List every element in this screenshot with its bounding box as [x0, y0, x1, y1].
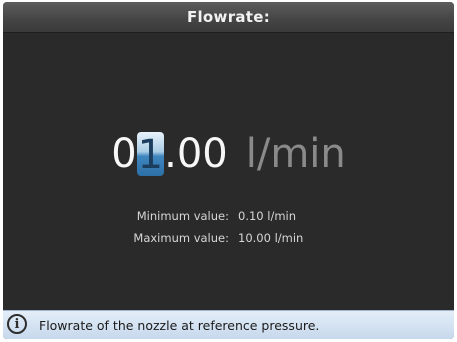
digit-tenths[interactable]: 0 [177, 130, 202, 178]
decimal-separator: . [164, 131, 177, 177]
info-icon: i [7, 314, 27, 334]
info-text: Flowrate of the nozzle at reference pres… [39, 318, 320, 333]
info-bar: i Flowrate of the nozzle at reference pr… [3, 310, 454, 339]
unit-label: l/min [245, 131, 346, 177]
flowrate-dialog: Flowrate: 01.00 l/min Minimum value: 0.10 … [3, 2, 454, 339]
digit-hundredths[interactable]: 0 [202, 130, 227, 178]
value-limits: Minimum value: 0.10 l/min Maximum value: 1… [3, 209, 454, 253]
dialog-title: Flowrate: [186, 8, 271, 26]
value-editor[interactable]: 01.00 l/min [3, 130, 454, 178]
maximum-row: Maximum value: 10.00 l/min [3, 231, 454, 253]
digit-tens[interactable]: 0 [111, 130, 136, 178]
maximum-label: Maximum value: [133, 231, 229, 245]
digit-ones-selected[interactable]: 1 [136, 132, 165, 178]
minimum-row: Minimum value: 0.10 l/min [3, 209, 454, 231]
minimum-value: 0.10 l/min [238, 209, 297, 223]
maximum-value: 10.00 l/min [238, 231, 304, 245]
title-bar: Flowrate: [3, 2, 454, 33]
minimum-label: Minimum value: [136, 209, 229, 223]
